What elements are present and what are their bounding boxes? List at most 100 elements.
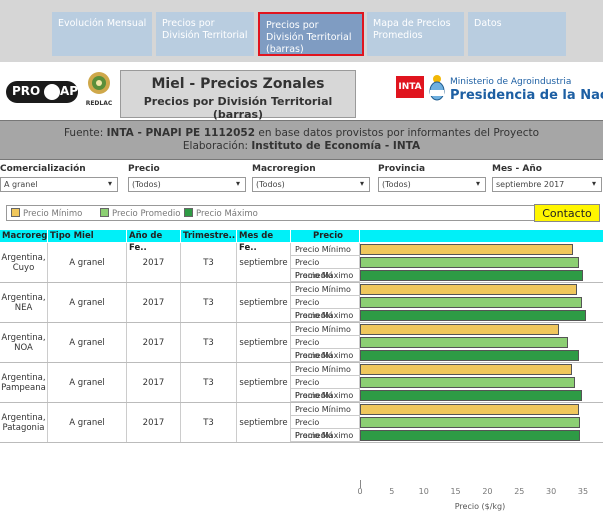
table-cell-region: Argentina, Cuyo <box>1 252 46 273</box>
tab-mapa-precios[interactable]: Mapa de Precios Promedios <box>367 12 464 56</box>
bar-0-3[interactable] <box>360 364 572 375</box>
group-divider <box>0 442 603 443</box>
tab-label: Datos <box>474 18 502 29</box>
bar-2-2[interactable] <box>360 350 579 361</box>
tab-bar: Evolución Mensual Precios por División T… <box>0 0 603 62</box>
bar-0-0[interactable] <box>360 244 574 255</box>
bar-1-4[interactable] <box>360 417 580 428</box>
legend-item-maximo[interactable]: Precio Máximo <box>184 208 258 219</box>
filters: Comercialización A granel ▾ Precio (Todos… <box>0 164 603 196</box>
table-cell-region: Argentina, NEA <box>1 292 46 313</box>
legend: Precio Mínimo Precio Promedio Precio Máx… <box>6 205 537 221</box>
header-anio[interactable]: Año de Fe.. <box>127 230 180 253</box>
x-tick-label: 35 <box>577 487 589 496</box>
price-type-cell: Precio Máximo <box>291 309 359 322</box>
inta-logo: INTA <box>396 76 424 98</box>
table-cell-trimestre: T3 <box>203 377 214 388</box>
price-type-cell: Precio Promedio <box>291 296 359 320</box>
tab-precios-division[interactable]: Precios por División Territorial <box>156 12 254 56</box>
chevron-down-icon: ▾ <box>235 179 240 188</box>
filter-mes-anio: Mes - Año septiembre 2017 ▾ <box>492 164 602 192</box>
header-trimestre[interactable]: Trimestre.. <box>181 230 236 242</box>
price-table: Macroreg.. Tipo Miel Año de Fe.. Trimest… <box>0 230 603 518</box>
filter-label: Mes - Año <box>492 164 542 174</box>
bar-2-4[interactable] <box>360 430 580 441</box>
price-type-cell: Precio Promedio <box>291 336 359 360</box>
table-cell-mes: septiembre <box>239 257 288 268</box>
bar-1-1[interactable] <box>360 297 582 308</box>
filter-comercializacion: Comercialización A granel ▾ <box>0 164 118 192</box>
x-tick-label: 5 <box>389 487 395 496</box>
bar-0-2[interactable] <box>360 324 559 335</box>
comercializacion-select[interactable]: A granel ▾ <box>0 177 118 192</box>
table-cell-region: Argentina, Patagonia <box>1 412 46 433</box>
price-type-cell: Precio Promedio <box>291 376 359 400</box>
tab-label: Precios por División Territorial (barras… <box>266 20 352 55</box>
price-type-cell: Precio Máximo <box>291 429 359 442</box>
header-tipo-miel[interactable]: Tipo Miel <box>48 230 126 242</box>
tab-label: Evolución Mensual <box>58 18 147 29</box>
mes-anio-select[interactable]: septiembre 2017 ▾ <box>492 177 602 192</box>
price-type-cell: Precio Máximo <box>291 349 359 362</box>
legend-swatch <box>100 208 109 217</box>
page-title: Miel - Precios Zonales <box>151 76 325 92</box>
table-cell-trimestre: T3 <box>203 297 214 308</box>
price-type-cell: Precio Mínimo <box>291 243 359 256</box>
filter-label: Macroregion <box>252 164 316 174</box>
legend-item-minimo[interactable]: Precio Mínimo <box>11 208 82 219</box>
macroregion-select[interactable]: (Todos) ▾ <box>252 177 370 192</box>
x-tick-label: 30 <box>546 487 557 496</box>
table-cell-trimestre: T3 <box>203 417 214 428</box>
table-cell-mes: septiembre <box>239 417 288 428</box>
precio-select[interactable]: (Todos) ▾ <box>128 177 246 192</box>
x-tick-label: 0 <box>357 487 363 496</box>
legend-item-promedio[interactable]: Precio Promedio <box>100 208 180 219</box>
filter-provincia: Provincia (Todos) ▾ <box>378 164 486 192</box>
price-type-cell: Precio Máximo <box>291 389 359 402</box>
table-cell-anio: 2017 <box>142 257 165 268</box>
filter-label: Comercialización <box>0 164 86 174</box>
bar-1-0[interactable] <box>360 257 579 268</box>
header-precio[interactable]: Precio <box>291 230 359 242</box>
price-type-cell: Precio Mínimo <box>291 323 359 336</box>
filter-label: Provincia <box>378 164 426 174</box>
price-type-cell: Precio Mínimo <box>291 403 359 416</box>
bar-0-1[interactable] <box>360 284 577 295</box>
provincia-select[interactable]: (Todos) ▾ <box>378 177 486 192</box>
table-cell-mes: septiembre <box>239 377 288 388</box>
chevron-down-icon: ▾ <box>591 179 596 188</box>
bar-1-3[interactable] <box>360 377 576 388</box>
price-type-cell: Precio Promedio <box>291 256 359 280</box>
table-cell-mes: septiembre <box>239 297 288 308</box>
bar-2-0[interactable] <box>360 270 583 281</box>
table-cell-tipo: A granel <box>69 337 105 348</box>
bar-0-4[interactable] <box>360 404 579 415</box>
x-tick-label: 10 <box>418 487 429 496</box>
tab-datos[interactable]: Datos <box>468 12 566 56</box>
table-cell-anio: 2017 <box>142 337 165 348</box>
table-cell-region: Argentina, NOA <box>1 332 46 353</box>
header: PRO API REDLAC Miel - Precios Zonales Pr… <box>0 62 603 121</box>
tab-precios-division-barras[interactable]: Precios por División Territorial (barras… <box>258 12 364 56</box>
table-cell-tipo: A granel <box>69 377 105 388</box>
bar-2-1[interactable] <box>360 310 587 321</box>
contacto-button[interactable]: Contacto <box>534 204 600 222</box>
x-tick-label: 15 <box>450 487 461 496</box>
source-banner: Fuente: INTA - PNAPI PE 1112052 en base … <box>0 120 603 160</box>
header-macroregion[interactable]: Macroreg.. <box>0 230 54 242</box>
bar-2-3[interactable] <box>360 390 582 401</box>
bar-1-2[interactable] <box>360 337 569 348</box>
filter-label: Precio <box>128 164 160 174</box>
tab-label: Mapa de Precios Promedios <box>373 18 451 41</box>
table-cell-mes: septiembre <box>239 337 288 348</box>
table-cell-anio: 2017 <box>142 377 165 388</box>
table-cell-anio: 2017 <box>142 417 165 428</box>
tab-evolucion-mensual[interactable]: Evolución Mensual <box>52 12 152 56</box>
legend-swatch <box>184 208 193 217</box>
table-cell-tipo: A granel <box>69 417 105 428</box>
header-mes[interactable]: Mes de Fe.. <box>237 230 290 253</box>
ministry-label: Ministerio de Agroindustria <box>450 77 572 87</box>
price-type-cell: Precio Mínimo <box>291 363 359 376</box>
page-subtitle: Precios por División Territorial (barras… <box>143 95 333 121</box>
presidency-label: Presidencia de la Nación <box>450 88 603 103</box>
